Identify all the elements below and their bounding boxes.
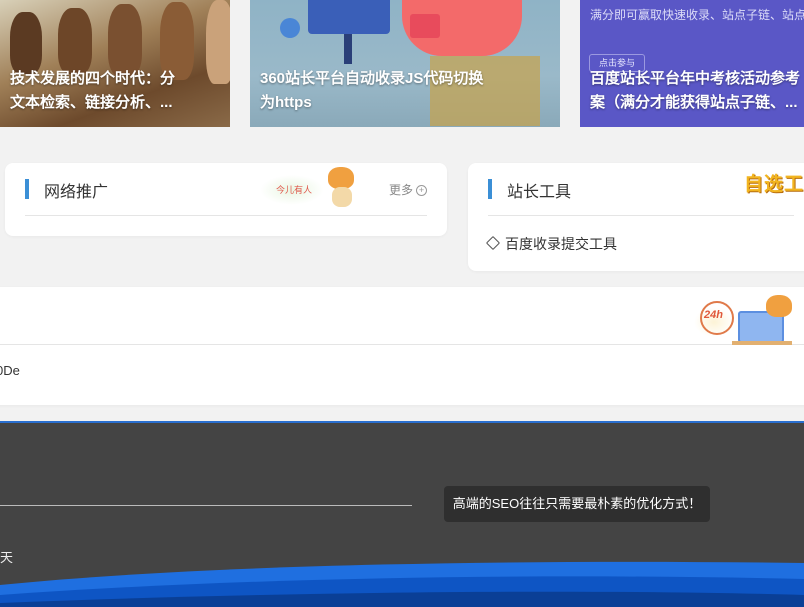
tool-item-label[interactable]: 百度收录提交工具 xyxy=(505,236,617,252)
card-title-line-1[interactable]: 360站长平台自动收录JS代码切换 xyxy=(250,67,560,91)
card-title-line-2[interactable]: 为https xyxy=(250,91,560,115)
more-label[interactable]: 更多 xyxy=(389,183,413,197)
more-link[interactable]: 更多 + xyxy=(389,181,427,198)
card-title-line-2[interactable]: 文本检索、链接分析、... xyxy=(0,91,230,115)
panel-header: 站长工具 自选工具 xyxy=(488,163,804,216)
tool-item[interactable]: 百度收录提交工具 xyxy=(485,234,617,254)
accent-bar xyxy=(25,179,29,199)
mascot-image: 今儿有人 xyxy=(260,165,372,211)
article-card-3[interactable]: 满分即可赢取快速收录、站点子链、站点 点击参与 百度站长平台年中考核活动参考 案… xyxy=(580,0,804,127)
badge-text: 24h xyxy=(704,309,723,321)
footer-wave xyxy=(0,561,804,607)
panel-header: 网络推广 今儿有人 更多 + xyxy=(25,163,427,216)
mascot-caption: 今儿有人 xyxy=(276,185,313,195)
webmaster-tools-panel: 站长工具 自选工具 百度收录提交工具 xyxy=(468,163,804,271)
footer-tooltip: 高端的SEO往往只需要最朴素的优化方式！ xyxy=(444,486,710,522)
panel-title: 站长工具 xyxy=(507,184,572,201)
article-card-1[interactable]: 技术发展的四个时代：分 文本检索、链接分析、... xyxy=(0,0,230,127)
bottom-list-panel: 0De 24h xyxy=(0,287,804,405)
support-mascot-image: 24h xyxy=(694,291,804,345)
mascot-banner: 自选工具 xyxy=(744,169,804,205)
list-item-text[interactable]: 0De xyxy=(0,363,20,378)
plus-circle-icon: + xyxy=(416,185,427,197)
panel-title: 网络推广 xyxy=(44,184,109,201)
article-card-2[interactable]: 360站长平台自动收录JS代码切换 为https xyxy=(250,0,560,127)
network-promotion-panel: 网络推广 今儿有人 更多 + xyxy=(5,163,447,236)
mascot-banner-text: 自选工具 xyxy=(744,174,804,195)
footer-divider xyxy=(0,505,412,506)
divider xyxy=(0,344,804,345)
accent-bar xyxy=(488,179,492,199)
promo-text: 满分即可赢取快速收录、站点子链、站点 xyxy=(590,8,804,22)
tag-icon xyxy=(485,235,501,251)
card-title-line-2[interactable]: 案（满分才能获得站点子链、... xyxy=(580,91,804,115)
card-title-line-1[interactable]: 技术发展的四个时代：分 xyxy=(0,67,230,91)
card-title-line-1[interactable]: 百度站长平台年中考核活动参考 xyxy=(580,67,804,91)
